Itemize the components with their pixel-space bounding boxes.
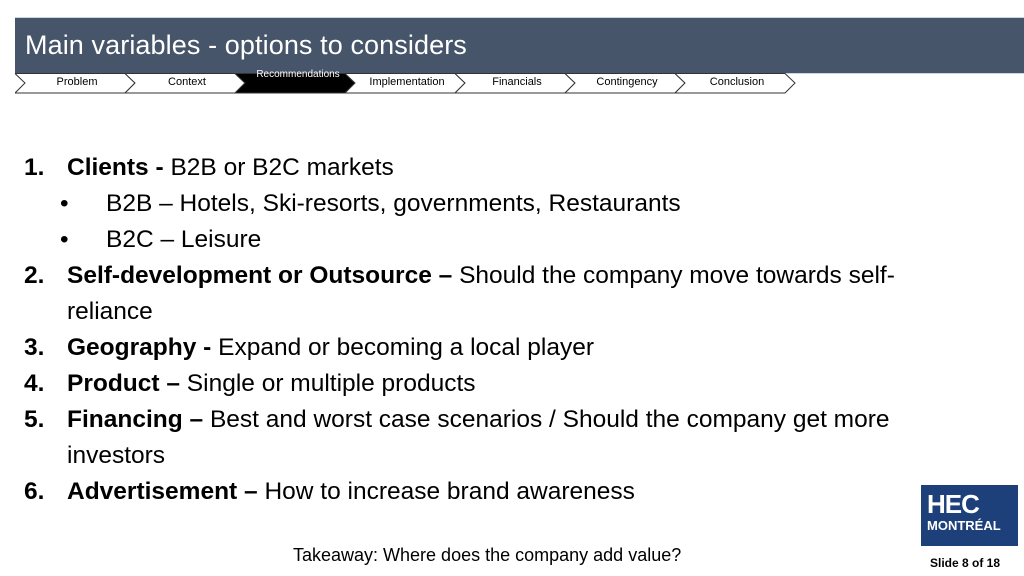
item-heading: Advertisement – [67, 478, 258, 505]
item-number: 4. [24, 370, 45, 397]
list-item-product: 4. Product – Single or multiple products [24, 366, 1004, 402]
nav-step-financials[interactable]: Financials [455, 76, 579, 88]
item-number: 1. [24, 154, 45, 181]
list-item-clients: 1. Clients - B2B or B2C markets [24, 150, 1004, 186]
item-number: 6. [24, 478, 45, 505]
list-item-continuation: investors [24, 438, 1004, 474]
item-text: Should the company move towards self- [452, 262, 895, 289]
list-item-advertisement: 6. Advertisement – How to increase brand… [24, 474, 1004, 510]
nav-step-conclusion[interactable]: Conclusion [675, 76, 799, 88]
bullet-icon: • [60, 190, 69, 217]
title-bar: Main variables - options to considers [15, 17, 1024, 74]
item-text: Single or multiple products [180, 370, 476, 397]
sub-item-b2b: • B2B – Hotels, Ski-resorts, governments… [24, 186, 1004, 222]
list-item-continuation: reliance [24, 294, 1004, 330]
sub-item-text: B2B – Hotels, Ski-resorts, governments, … [106, 190, 681, 217]
item-number: 5. [24, 406, 45, 433]
progress-nav: Problem Context Recommendations Implemen… [15, 69, 805, 94]
list-item-financing: 5. Financing – Best and worst case scena… [24, 402, 1004, 438]
item-text: How to increase brand awareness [257, 478, 635, 505]
nav-step-context[interactable]: Context [125, 76, 249, 88]
nav-step-contingency[interactable]: Contingency [565, 76, 689, 88]
logo-text-montreal: MONTRÉAL [927, 518, 1001, 533]
hec-montreal-logo: HEC MONTRÉAL [921, 485, 1018, 546]
item-heading: Product – [67, 370, 180, 397]
slide-number: Slide 8 of 18 [930, 556, 1001, 570]
variables-list: 1. Clients - B2B or B2C markets • B2B – … [24, 150, 1004, 510]
logo-text-hec: HEC [927, 489, 980, 519]
sub-item-text: B2C – Leisure [106, 226, 262, 253]
nav-step-recommendations[interactable]: Recommendations [243, 69, 353, 91]
item-text: Best and worst case scenarios / Should t… [203, 406, 890, 433]
item-text-continued: reliance [67, 298, 153, 325]
item-number: 3. [24, 334, 45, 361]
item-number: 2. [24, 262, 45, 289]
slide-title: Main variables - options to considers [25, 30, 467, 60]
list-item-self-development: 2. Self-development or Outsource – Shoul… [24, 258, 1004, 294]
item-heading: Self-development or Outsource – [67, 262, 453, 289]
nav-step-problem[interactable]: Problem [15, 76, 139, 88]
item-text: B2B or B2C markets [163, 154, 394, 181]
takeaway-text: Takeaway: Where does the company add val… [293, 545, 682, 565]
item-heading: Geography - [67, 334, 212, 361]
item-heading: Clients - [67, 154, 164, 181]
nav-step-implementation[interactable]: Implementation [345, 76, 469, 88]
item-text-continued: investors [67, 442, 166, 469]
sub-item-b2c: • B2C – Leisure [24, 222, 1004, 258]
item-text: Expand or becoming a local player [211, 334, 594, 361]
bullet-icon: • [60, 226, 69, 253]
item-heading: Financing – [67, 406, 204, 433]
list-item-geography: 3. Geography - Expand or becoming a loca… [24, 330, 1004, 366]
